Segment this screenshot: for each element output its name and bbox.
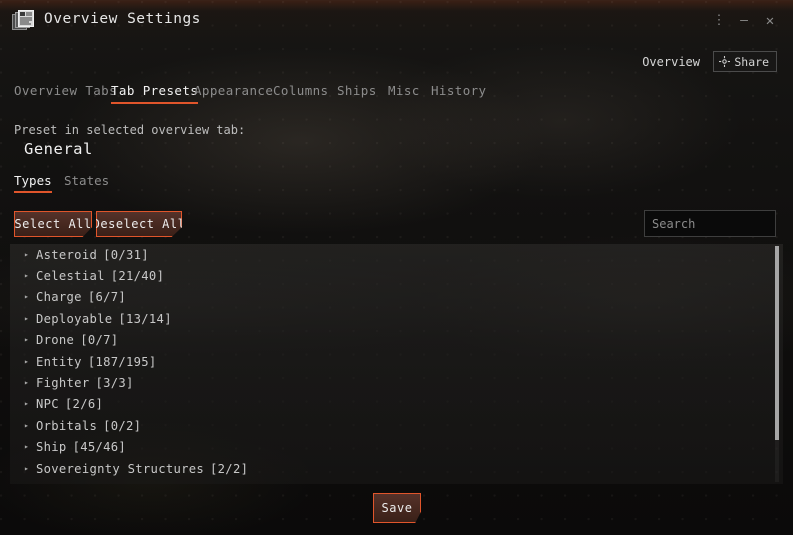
overview-settings-window: Overview Settings ⋮ — ✕ Overview Share O… — [0, 0, 793, 535]
tab-overview-tabs[interactable]: Overview Tabs — [14, 83, 117, 104]
expand-triangle-icon[interactable]: ▸ — [24, 400, 36, 408]
subtab-types[interactable]: Types — [14, 173, 52, 193]
type-list-panel: ▸ Asteroid [0/31] ▸ Celestial [21/40] ▸ Charge[… — [10, 244, 783, 484]
list-item-label: Orbitals — [36, 418, 98, 433]
expand-triangle-icon[interactable]: ▸ — [24, 464, 36, 473]
title-bar: Overview Settings ⋮ — ✕ — [0, 1, 793, 37]
document-stack-icon — [12, 10, 34, 30]
list-item-label: Entity — [36, 354, 82, 369]
select-all-button[interactable]: Select All — [14, 211, 92, 237]
sub-tab-bar: Types States — [0, 173, 793, 193]
share-nodes-icon — [719, 56, 731, 67]
list-scrollbar-track[interactable] — [775, 246, 779, 482]
expand-triangle-icon[interactable]: ▸ — [24, 250, 36, 259]
list-item-label: Sovereignty Structures — [36, 461, 205, 476]
list-item-label: Fighter — [36, 376, 90, 391]
list-item[interactable]: ▸ Asteroid [0/31] — [10, 244, 783, 265]
save-button[interactable]: Save — [373, 493, 421, 523]
minimize-icon[interactable]: — — [736, 13, 752, 29]
deselect-all-button[interactable]: Deselect All — [96, 211, 182, 237]
list-item-count: [187/195] — [87, 354, 157, 369]
list-item[interactable]: ▸ Celestial [21/40] — [10, 265, 783, 286]
tab-ships[interactable]: Ships — [337, 83, 377, 104]
window-menu-icon[interactable]: ⋮ — [711, 13, 727, 29]
expand-triangle-icon[interactable]: ▸ — [24, 443, 36, 451]
tab-misc[interactable]: Misc — [388, 83, 420, 104]
tab-history[interactable]: History — [431, 83, 486, 104]
list-item[interactable]: ▸ Orbitals [0/2] — [10, 415, 783, 436]
list-item[interactable]: ▸ Fighter [3/3] — [10, 372, 783, 393]
list-item-label: Charge — [36, 290, 82, 305]
main-tab-bar: Overview Tabs Tab Presets Appearance Column… — [0, 83, 793, 107]
list-scrollbar-thumb[interactable] — [775, 246, 779, 440]
subtab-states[interactable]: States — [64, 173, 109, 193]
type-list: ▸ Asteroid [0/31] ▸ Celestial [21/40] ▸ Charge[… — [10, 244, 783, 479]
list-item-count: [2/2] — [210, 461, 249, 476]
share-button[interactable]: Share — [713, 51, 777, 72]
list-item-count: [0/7] — [80, 333, 119, 348]
search-input[interactable] — [644, 210, 776, 237]
list-item-label: NPC — [36, 397, 59, 412]
expand-triangle-icon[interactable]: ▸ — [24, 272, 36, 280]
close-icon[interactable]: ✕ — [762, 13, 778, 29]
expand-triangle-icon[interactable]: ▸ — [24, 336, 36, 344]
list-item-count: [13/14] — [118, 311, 172, 326]
tab-tab-presets[interactable]: Tab Presets — [111, 83, 199, 104]
list-item[interactable]: ▸ NPC [2/6] — [10, 394, 783, 415]
tab-columns[interactable]: Columns — [273, 83, 328, 104]
list-item-count: [21/40] — [110, 269, 165, 284]
list-item-count: [3/3] — [95, 376, 134, 391]
select-all-label: Select All — [14, 217, 92, 231]
list-item-count: [6/7] — [87, 290, 127, 305]
list-item[interactable]: ▸ Ship [45/46] — [10, 437, 783, 458]
preset-name: General — [24, 140, 93, 158]
list-item-count: [0/31] — [103, 247, 149, 262]
expand-triangle-icon[interactable]: ▸ — [24, 421, 36, 430]
list-item[interactable]: ▸ Deployable [13/14] — [10, 308, 783, 329]
list-item-label: Celestial — [36, 269, 105, 284]
expand-triangle-icon[interactable]: ▸ — [24, 379, 36, 387]
tab-appearance[interactable]: Appearance — [194, 83, 273, 104]
list-item-count: [2/6] — [64, 397, 104, 412]
expand-triangle-icon[interactable]: ▸ — [24, 314, 36, 323]
list-item[interactable]: ▸ Entity [187/195] — [10, 351, 783, 372]
list-item-label: Deployable — [36, 311, 113, 326]
list-item[interactable]: ▸ Charge [6/7] — [10, 287, 783, 308]
list-item[interactable]: ▸ Sovereignty Structures [2/2] — [10, 458, 783, 479]
deselect-all-label: Deselect All — [92, 217, 186, 231]
expand-triangle-icon[interactable]: ▸ — [24, 293, 36, 301]
expand-triangle-icon[interactable]: ▸ — [24, 357, 36, 366]
save-button-label: Save — [381, 501, 413, 515]
list-item-count: [0/2] — [103, 418, 142, 433]
list-item-label: Ship — [36, 440, 67, 455]
preset-caption: Preset in selected overview tab: — [14, 123, 246, 137]
list-item[interactable]: ▸ Drone [0/7] — [10, 330, 783, 351]
share-button-label: Share — [734, 54, 769, 69]
list-item-label: Drone — [36, 333, 75, 348]
list-item-label: Asteroid — [36, 247, 98, 262]
page-title: Overview Settings — [44, 11, 201, 27]
overview-label: Overview — [642, 55, 700, 69]
list-item-count: [45/46] — [72, 440, 127, 455]
